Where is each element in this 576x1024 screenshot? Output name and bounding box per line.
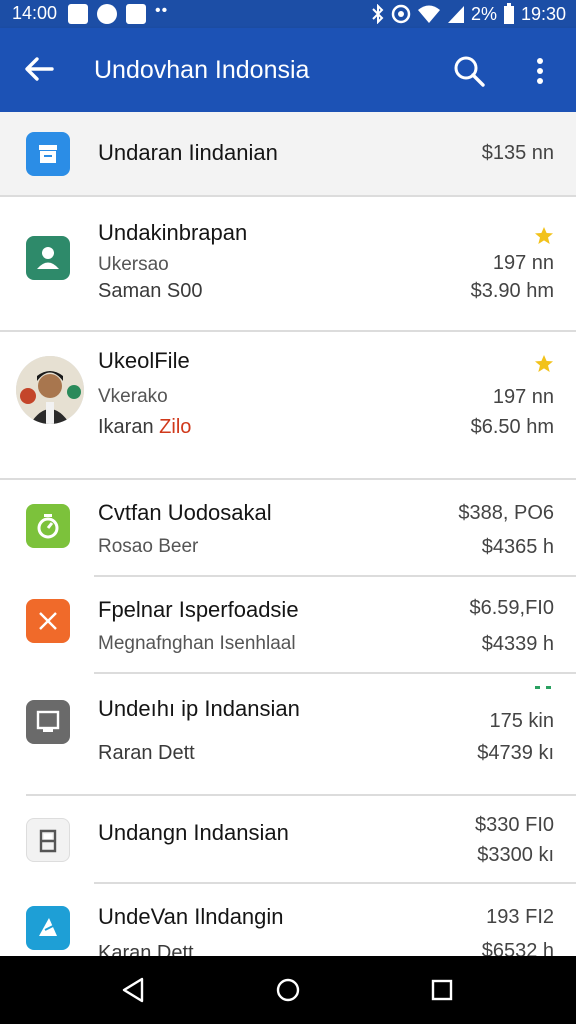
- item-name: Undangn Indansian: [98, 820, 289, 845]
- item-name: Undeıhı ip Indansian: [98, 696, 300, 721]
- item-name: Undakinbrapan: [98, 220, 248, 245]
- list-item[interactable]: UndeVan Ilndangin Karan Dett 193 FI2 $65…: [0, 884, 576, 956]
- item-price: $6.50 hm: [470, 416, 554, 438]
- search-icon[interactable]: [452, 54, 486, 88]
- divider: [0, 195, 576, 197]
- item-code: $6.59,FI0: [469, 597, 554, 619]
- home-circle-icon[interactable]: [274, 976, 302, 1004]
- item-name: Undaran Iindanian: [98, 140, 278, 165]
- bluetooth-icon: [372, 4, 384, 24]
- app-bar: Undovhan Indonsia: [0, 28, 576, 112]
- recents-square-icon[interactable]: [428, 976, 456, 1004]
- status-bar: 14:00 •• 2% 19:30: [0, 0, 576, 28]
- send-icon: [26, 906, 70, 950]
- item-subtitle: Vkerako: [98, 386, 168, 407]
- timer-icon: [26, 504, 70, 548]
- item-detail: Karan Dett: [98, 942, 194, 956]
- battery-icon: [503, 3, 514, 24]
- photo-notification-icon: [68, 4, 88, 24]
- indicator-icon: [535, 686, 551, 689]
- wifi-icon: [417, 5, 440, 23]
- more-notifications-icon: ••: [155, 2, 169, 19]
- signal-icon: [447, 6, 464, 23]
- list-item[interactable]: UkeolFile Vkerako Ikaran Zilo 197 nn $6.…: [0, 332, 576, 478]
- item-price: $4339 h: [481, 633, 554, 655]
- alarm-icon: [391, 4, 411, 24]
- item-name: Fpelnar Isperfoadsie: [98, 597, 299, 622]
- archive-box-icon: [26, 132, 70, 176]
- avatar: [16, 356, 84, 424]
- back-triangle-icon[interactable]: [120, 976, 148, 1004]
- list-item[interactable]: Undaran Iindanian $135 nn: [0, 112, 576, 196]
- letter-b-icon: [26, 818, 70, 862]
- monitor-icon: [26, 700, 70, 744]
- item-price: $4365 h: [481, 536, 554, 558]
- list-item[interactable]: Undakinbrapan Ukersao Saman S00 197 nn $…: [0, 198, 576, 330]
- status-time: 14:00: [12, 3, 58, 23]
- item-price: $3.90 hm: [470, 280, 554, 302]
- mail-notification-icon: [126, 4, 146, 24]
- item-subtitle: Rosao Beer: [98, 536, 199, 557]
- person-icon: [26, 236, 70, 280]
- more-vert-icon[interactable]: [528, 54, 552, 88]
- item-code: $330 FI0: [475, 814, 554, 836]
- item-name: Cvtfan Uodosakal: [98, 500, 272, 525]
- item-detail: Saman S00: [98, 280, 203, 302]
- battery-percent: 2%: [470, 3, 497, 24]
- item-price: $6532 h: [481, 940, 554, 956]
- item-detail-text: Ikaran: [98, 416, 154, 438]
- page-title: Undovhan Indonsia: [94, 56, 310, 84]
- item-count: 197 nn: [492, 252, 554, 274]
- item-count: 175 kin: [489, 710, 555, 732]
- item-detail: Raran Dett: [98, 742, 195, 764]
- item-detail: Ikaran Zilo: [98, 416, 191, 439]
- list-item[interactable]: Undangn Indansian $330 FI0 $3300 kı: [0, 796, 576, 882]
- item-price: $135 nn: [481, 142, 554, 164]
- system-nav-bar: [0, 956, 576, 1024]
- item-code: $388, PO6: [458, 502, 554, 524]
- back-arrow-icon[interactable]: [22, 52, 56, 86]
- status-right: 2% 19:30: [371, 3, 566, 25]
- star-icon[interactable]: [534, 354, 554, 374]
- list-item[interactable]: Fpelnar Isperfoadsie Megnafnghan Isenhla…: [0, 577, 576, 673]
- status-time-right: 19:30: [520, 3, 566, 24]
- list-item[interactable]: Undeıhı ip Indansian Raran Dett 175 kin …: [0, 674, 576, 794]
- item-code: 193 FI2: [486, 906, 554, 928]
- item-price: $4739 kı: [477, 742, 554, 764]
- star-icon[interactable]: [534, 226, 554, 246]
- item-name: UndeVan Ilndangin: [98, 904, 284, 929]
- list-item[interactable]: Cvtfan Uodosakal Rosao Beer $388, PO6 $4…: [0, 480, 576, 576]
- notification-circle-icon: [97, 4, 117, 24]
- item-name: UkeolFile: [98, 348, 190, 373]
- item-price: $3300 kı: [477, 844, 554, 866]
- notification-icons: ••: [68, 2, 169, 24]
- item-count: 197 nn: [492, 386, 554, 408]
- item-subtitle: Ukersao: [98, 254, 169, 275]
- item-detail-accent: Zilo: [159, 416, 192, 438]
- close-x-icon: [26, 599, 70, 643]
- item-subtitle: Megnafnghan Isenhlaal: [98, 633, 296, 654]
